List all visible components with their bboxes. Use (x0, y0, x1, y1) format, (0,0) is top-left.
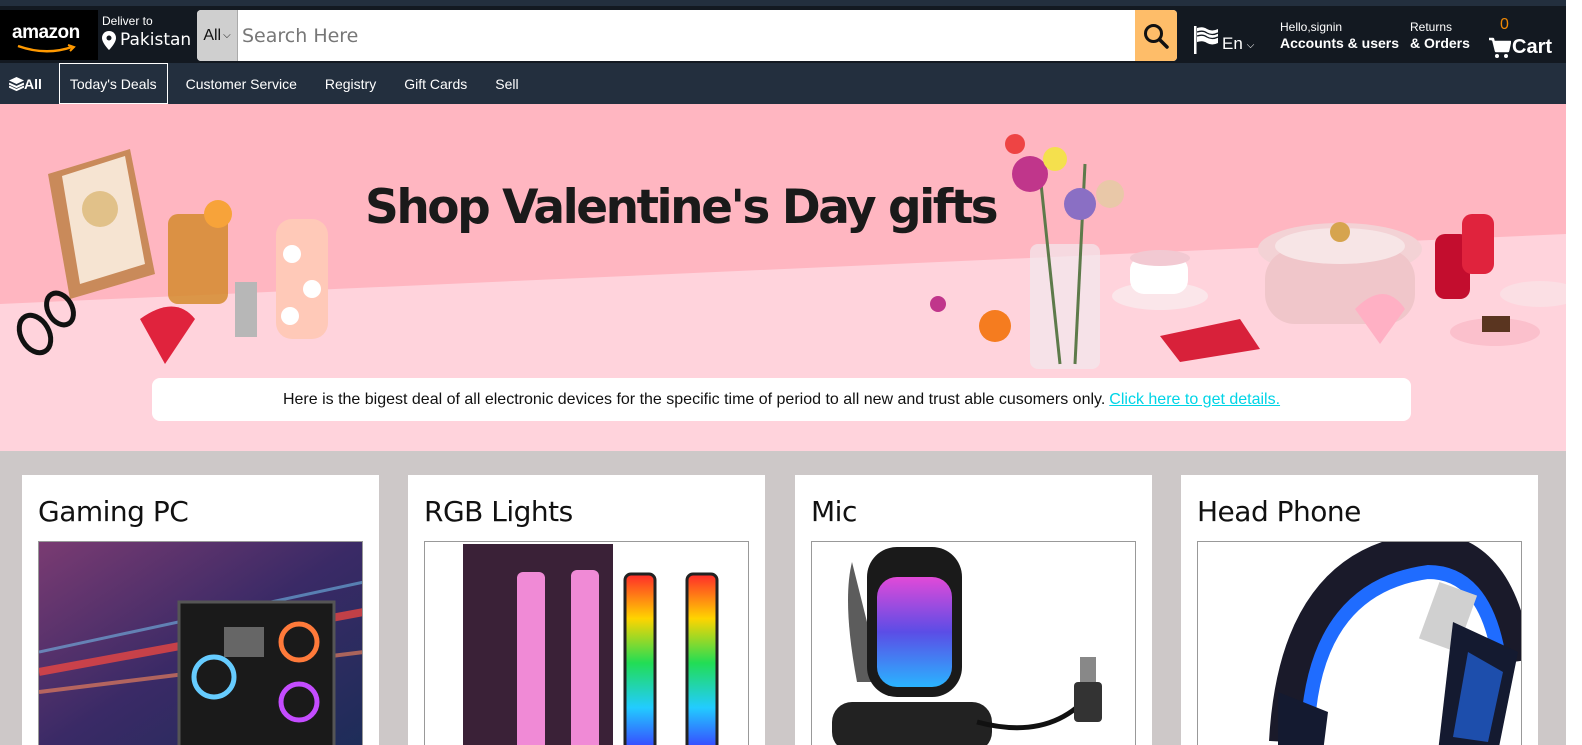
smile-icon (17, 44, 76, 53)
all-menu-button[interactable]: All (9, 76, 42, 92)
nav-registry[interactable]: Registry (315, 63, 386, 104)
top-navbar: amazon Deliver to Pakistan All ⌵ Search … (0, 0, 1582, 63)
logo-text: amazon (12, 22, 80, 43)
amazon-logo[interactable]: amazon (0, 10, 98, 60)
card-title: Mic (811, 495, 857, 528)
category-card-rgb-lights[interactable]: RGB Lights (408, 475, 765, 745)
category-card-gaming-pc[interactable]: Gaming PC (22, 475, 379, 745)
all-label: All (24, 75, 42, 92)
cart-label: Cart (1512, 36, 1553, 58)
card-title: Head Phone (1197, 495, 1361, 528)
nav-gift-cards[interactable]: Gift Cards (394, 63, 477, 104)
headphone-image[interactable] (1197, 541, 1522, 745)
cart-icon (1489, 37, 1511, 58)
card-title: RGB Lights (424, 495, 573, 528)
language-selector[interactable]: En ⌵ (1193, 26, 1254, 54)
category-card-mic[interactable]: Mic (795, 475, 1152, 745)
nav-customer-service[interactable]: Customer Service (176, 63, 307, 104)
language-label: En (1222, 34, 1243, 53)
search-category-select[interactable]: All ⌵ (197, 10, 238, 61)
card-title: Gaming PC (38, 495, 189, 528)
flag-icon (1194, 26, 1219, 54)
orders-label: & Orders (1410, 35, 1470, 51)
category-card-head-phone[interactable]: Head Phone (1181, 475, 1538, 745)
mic-image[interactable] (811, 541, 1136, 745)
chevron-down-icon: ⌵ (223, 30, 231, 41)
nav-sell[interactable]: Sell (485, 63, 528, 104)
page-scrollbar[interactable] (1566, 0, 1582, 745)
hero-title: Shop Valentine's Day gifts (365, 180, 999, 235)
cart-count: 0 (1500, 16, 1509, 33)
returns-label: Returns (1410, 20, 1453, 34)
account-menu[interactable]: Hello,signin Accounts & users (1280, 20, 1399, 51)
orange-flower-illustration (979, 310, 1011, 342)
category-cards-section: Gaming PC RGB Lights Mic Head Phone (0, 451, 1566, 745)
deliver-label: Deliver to (102, 14, 153, 28)
location-pin-icon (102, 30, 116, 50)
deal-details-link[interactable]: Click here to get details. (1109, 391, 1280, 409)
hero-banner[interactable]: Shop Valentine's Day gifts Here is the b… (0, 104, 1566, 451)
account-label: Accounts & users (1280, 35, 1400, 51)
returns-orders[interactable]: Returns & Orders (1410, 20, 1470, 51)
account-greeting: Hello,signin (1280, 20, 1343, 34)
deal-notice: Here is the bigest deal of all electroni… (152, 378, 1411, 421)
deliver-location: Pakistan (120, 30, 192, 50)
layers-icon (9, 76, 24, 91)
gaming-pc-image[interactable] (38, 541, 363, 745)
search-icon (1144, 23, 1169, 49)
search-input[interactable] (238, 10, 1135, 61)
deliver-to[interactable]: Deliver to Pakistan (102, 14, 191, 50)
rgb-lights-image[interactable] (424, 541, 749, 745)
book-illustration (48, 149, 155, 299)
nav-todays-deals[interactable]: Today's Deals (58, 63, 168, 104)
deal-notice-text: Here is the bigest deal of all electroni… (282, 390, 1106, 408)
secondary-navbar: All Today's Deals Customer Service Regis… (0, 63, 1566, 104)
search-category-value: All (203, 26, 222, 44)
chevron-down-icon: ⌵ (1246, 40, 1255, 51)
search-button[interactable] (1135, 10, 1177, 61)
search-bar: All ⌵ (197, 10, 1177, 61)
